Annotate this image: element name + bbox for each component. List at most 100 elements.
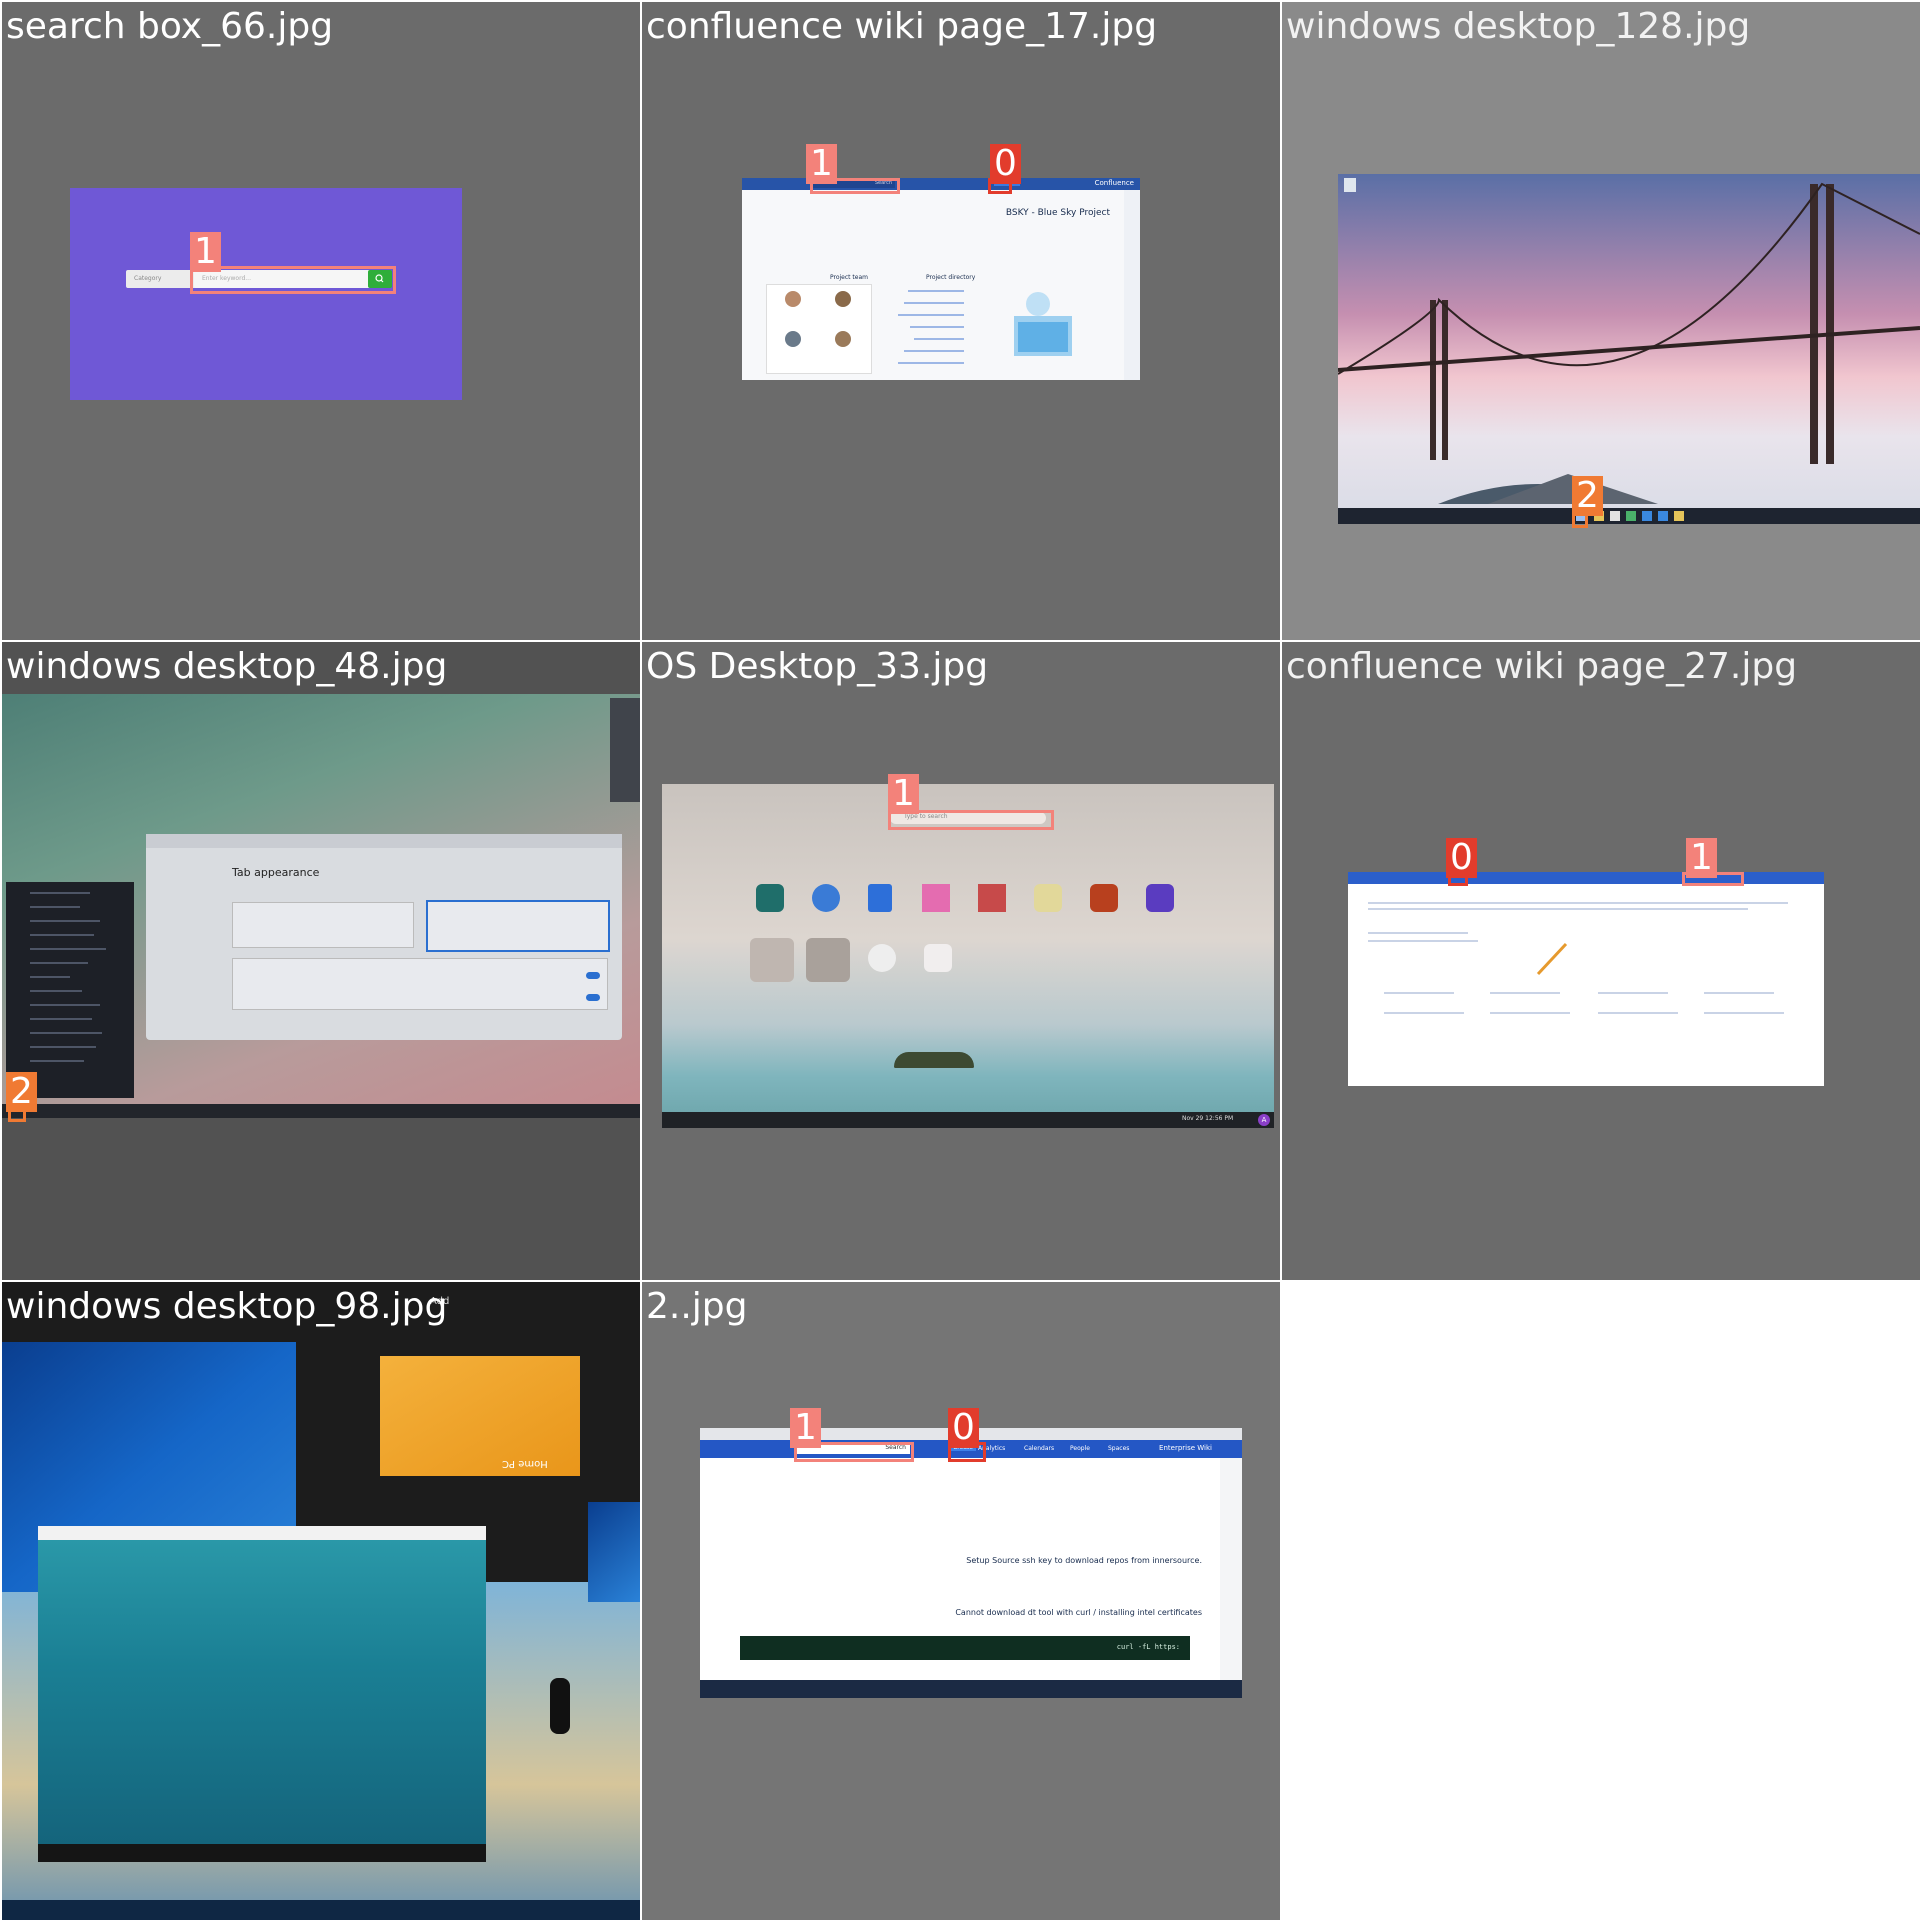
empty-cell	[1282, 1282, 1920, 1920]
tile-title: 2..jpg	[646, 1286, 748, 1327]
tile-title: confluence wiki page_17.jpg	[646, 6, 1158, 47]
thumb-orange	[380, 1356, 580, 1476]
tile-title: windows desktop_98.jpg	[6, 1286, 448, 1327]
screenshot-search-box: Category Enter keyword...	[70, 188, 462, 400]
app-icon[interactable]	[924, 944, 952, 972]
bridge-illustration	[1338, 182, 1920, 504]
tile-title: confluence wiki page_27.jpg	[1286, 646, 1798, 687]
tile-windows-desktop-128: windows desktop_128.jpg 2	[1282, 2, 1920, 640]
sidebar-strip	[1124, 190, 1140, 380]
island	[894, 1052, 974, 1068]
brand-label: Confluence	[1094, 179, 1134, 187]
avatar	[835, 291, 851, 307]
taskbar-app-icon[interactable]	[1658, 511, 1668, 521]
nav-item[interactable]: Calendars	[1024, 1445, 1054, 1452]
tile-confluence-27: confluence wiki page_27.jpg 0 1	[1282, 642, 1920, 1280]
app-icon[interactable]	[1034, 884, 1062, 912]
arrow-icon	[1536, 942, 1568, 976]
clock: Nov 29 12:56 PM	[1182, 1115, 1234, 1122]
avatar	[785, 331, 801, 347]
app-icon[interactable]	[978, 884, 1006, 912]
taskbar: Nov 29 12:56 PM A	[662, 1112, 1274, 1128]
window-tab-bar	[146, 834, 622, 848]
body-line: Cannot download dt tool with curl / inst…	[955, 1608, 1202, 1617]
team-grid	[766, 284, 872, 374]
marker-label: 1	[888, 774, 919, 814]
body-line: Setup Source ssh key to download repos f…	[966, 1556, 1202, 1565]
start-menu	[6, 882, 134, 1098]
app-icon[interactable]	[1090, 884, 1118, 912]
tile-title: search box_66.jpg	[6, 6, 334, 47]
toggle-switch[interactable]	[586, 994, 600, 1001]
marker-label: 1	[190, 232, 221, 272]
taskbar-app-icon[interactable]	[1674, 511, 1684, 521]
tile-confluence-17: confluence wiki page_17.jpg Confluence C…	[642, 2, 1280, 640]
screenshot-confluence-27	[1348, 872, 1824, 1086]
marker-label: 1	[1686, 838, 1717, 878]
avatar	[785, 291, 801, 307]
brand-label: Enterprise Wiki	[1159, 1444, 1212, 1452]
marker-label: 0	[1446, 838, 1477, 878]
nav-item[interactable]: People	[1070, 1445, 1090, 1452]
option-card[interactable]	[232, 902, 414, 948]
page-title: BSKY - Blue Sky Project	[1005, 208, 1110, 218]
settings-heading: Tab appearance	[232, 866, 320, 879]
screenshot-os-desktop-33: Type to search Nov 29 12:56 PM A	[662, 784, 1274, 1128]
avatar	[835, 331, 851, 347]
nav-item[interactable]: Spaces	[1108, 1445, 1129, 1452]
runner-silhouette	[550, 1678, 570, 1734]
tile-title: windows desktop_48.jpg	[6, 646, 448, 687]
section-team: Project team	[830, 274, 869, 281]
taskbar	[2, 1104, 640, 1118]
app-folder[interactable]	[806, 938, 850, 982]
side-widget	[610, 698, 640, 802]
thumb-underwater	[38, 1526, 486, 1858]
tile-search-box: search box_66.jpg Category Enter keyword…	[2, 2, 640, 640]
option-card[interactable]	[232, 958, 608, 1010]
taskbar-app-icon[interactable]	[1610, 511, 1620, 521]
app-icon[interactable]	[812, 884, 840, 912]
app-icon[interactable]	[1146, 884, 1174, 912]
code-text: curl -fL https:	[1116, 1643, 1180, 1651]
marker-label: 2	[1572, 476, 1603, 516]
category-label: Category	[134, 275, 162, 282]
top-nav-bar	[1348, 872, 1824, 884]
top-nav-bar: Confluence Create Search	[742, 178, 1140, 190]
illustration-folder-icon	[1004, 290, 1084, 360]
toggle-switch[interactable]	[586, 972, 600, 979]
marker-label: 0	[948, 1408, 979, 1448]
tile-2-jpg: 2..jpg Enterprise Wiki Spaces People Cal…	[642, 1282, 1280, 1920]
screenshot-desktop-128	[1338, 174, 1920, 524]
sidebar-strip	[1220, 1458, 1242, 1680]
taskbar-app-icon[interactable]	[1642, 511, 1652, 521]
settings-window: Tab appearance	[146, 834, 622, 1040]
tile-title: windows desktop_128.jpg	[1286, 6, 1751, 47]
taskbar-bottom	[2, 1900, 640, 1920]
screenshot-desktop-98: Home PC Add	[2, 1282, 640, 1920]
category-select[interactable]: Category	[126, 270, 200, 288]
app-icon[interactable]	[868, 884, 892, 912]
option-card-selected[interactable]	[426, 900, 610, 952]
screenshot-desktop-48: Tab appearance	[2, 694, 640, 1118]
app-icon[interactable]	[868, 944, 896, 972]
directory-links	[898, 284, 970, 372]
avatar[interactable]: A	[1258, 1114, 1270, 1126]
taskbar	[700, 1680, 1242, 1698]
marker-label: 1	[790, 1408, 821, 1448]
screenshot-2: Enterprise Wiki Spaces People Calendars …	[700, 1428, 1242, 1698]
taskbar-app-icon[interactable]	[1626, 511, 1636, 521]
screenshot-confluence-17: Confluence Create Search BSKY - Blue Sky…	[742, 178, 1140, 380]
app-folder[interactable]	[750, 938, 794, 982]
marker-label: 1	[806, 144, 837, 184]
tile-title: OS Desktop_33.jpg	[646, 646, 989, 687]
taskbar-strip	[38, 1844, 486, 1862]
recycle-bin-icon[interactable]	[1344, 178, 1356, 192]
marker-label: 2	[6, 1072, 37, 1112]
app-icon[interactable]	[922, 884, 950, 912]
code-block: curl -fL https:	[740, 1636, 1190, 1660]
thumb-windows-small	[588, 1502, 640, 1602]
app-icon[interactable]	[756, 884, 784, 912]
section-directory: Project directory	[926, 274, 976, 281]
thumb-label: Home PC	[502, 1458, 548, 1469]
marker-label: 0	[990, 144, 1021, 184]
